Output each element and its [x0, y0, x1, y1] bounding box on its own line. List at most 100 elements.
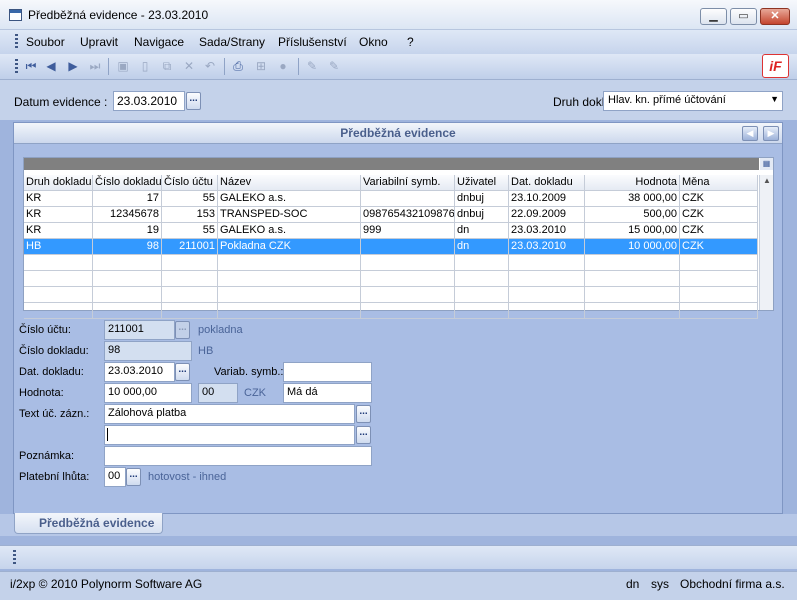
table-cell: CZK	[680, 191, 758, 207]
table-cell: 98	[93, 239, 162, 255]
table-cell: 211001	[162, 239, 218, 255]
circle-icon[interactable]: ●	[275, 58, 291, 74]
column-header[interactable]: Druh dokladu	[24, 175, 93, 191]
column-header[interactable]: Měna	[680, 175, 758, 191]
platebni-lhuta-input[interactable]: 00	[104, 467, 126, 487]
table-row[interactable]: HB 98 211001 Pokladna CZK dn 23.03.2010 10 000…	[24, 239, 758, 255]
table-row[interactable]: KR 19 55 GALEKO a.s. 999 dn 23.03.2010 15 000,0…	[24, 223, 758, 239]
menu-prislusenstvi[interactable]: Příslušenství	[278, 35, 347, 49]
table-cell	[361, 239, 455, 255]
column-header[interactable]: Dat. dokladu	[509, 175, 585, 191]
datum-evidence-picker-button[interactable]: ...	[186, 92, 201, 110]
kurz-input[interactable]: 00	[198, 383, 238, 403]
text-uc-zazn-label: Text úč. zázn.:	[19, 408, 90, 420]
cislo-dokladu-input[interactable]: 98	[104, 341, 192, 361]
table-cell	[93, 287, 162, 303]
scroll-up-icon[interactable]: ▲	[763, 176, 771, 185]
column-header[interactable]: Hodnota	[585, 175, 680, 191]
new-document-icon[interactable]: ▯	[137, 58, 153, 74]
prev-record-icon[interactable]: ◀	[43, 58, 59, 74]
column-chooser-icon[interactable]: ▦	[760, 158, 773, 170]
table-cell	[509, 255, 585, 271]
menu-help[interactable]: ?	[407, 35, 414, 49]
vertical-scrollbar[interactable]: ▲	[759, 175, 773, 310]
menu-soubor[interactable]: Soubor	[26, 35, 65, 49]
edit-icon[interactable]: ✎	[304, 58, 320, 74]
empty-table-row[interactable]	[24, 255, 758, 271]
table-cell: HB	[24, 239, 93, 255]
platebni-lhuta-picker-button[interactable]: ...	[126, 468, 141, 486]
panel-next-icon[interactable]: ▶	[763, 126, 779, 141]
table-cell	[585, 271, 680, 287]
save-icon[interactable]: ▣	[115, 58, 131, 74]
empty-table-row[interactable]	[24, 271, 758, 287]
menu-navigace[interactable]: Navigace	[134, 35, 184, 49]
cislo-uctu-picker-button[interactable]: ...	[175, 321, 190, 339]
hodnota-input[interactable]: 10 000,00	[104, 383, 192, 403]
delete-icon[interactable]: ✕	[181, 58, 197, 74]
dat-dokladu-picker-button[interactable]: ...	[175, 363, 190, 381]
variab-symb-input[interactable]	[283, 362, 372, 382]
app-icon	[9, 9, 22, 21]
next-record-icon[interactable]: ▶	[65, 58, 81, 74]
column-header[interactable]: Název	[218, 175, 361, 191]
text-uc-zazn-input[interactable]: Zálohová platba	[104, 404, 355, 424]
panel-prev-icon[interactable]: ◀	[742, 126, 758, 141]
first-record-icon[interactable]: ⏮	[23, 58, 39, 74]
platebni-lhuta-description: hotovost - ihned	[148, 471, 227, 483]
datum-evidence-input[interactable]: 23.03.2010	[113, 91, 185, 111]
edit-alt-icon[interactable]: ✎	[326, 58, 342, 74]
table-cell	[509, 271, 585, 287]
status-user: dn	[626, 577, 640, 591]
table-cell	[680, 255, 758, 271]
empty-table-row[interactable]	[24, 287, 758, 303]
text-uc-zazn-picker-button[interactable]: ...	[356, 405, 371, 423]
tree-icon[interactable]: ⊞	[253, 58, 269, 74]
dat-dokladu-input[interactable]: 23.03.2010	[104, 362, 175, 382]
menu-upravit[interactable]: Upravit	[80, 35, 118, 49]
table-cell	[361, 303, 455, 319]
copyright-text: i/2xp © 2010 Polynorm Software AG	[10, 577, 203, 591]
table-cell: 23.10.2009	[509, 191, 585, 207]
ma-da-input[interactable]: Má dá	[283, 383, 372, 403]
close-button[interactable]: ✕	[760, 8, 790, 25]
cislo-uctu-input[interactable]: 211001	[104, 320, 175, 340]
poznamka-input[interactable]	[104, 446, 372, 466]
table-row[interactable]: KR 17 55 GALEKO a.s. dnbuj 23.10.2009 38 000,0…	[24, 191, 758, 207]
print-icon[interactable]: ⎙	[230, 58, 246, 74]
menu-grip	[15, 34, 18, 49]
status-system: sys	[651, 577, 669, 591]
table-cell	[93, 303, 162, 319]
table-cell	[455, 287, 509, 303]
menu-sada-strany[interactable]: Sada/Strany	[199, 35, 265, 49]
column-header[interactable]: Uživatel	[455, 175, 509, 191]
table-cell	[218, 255, 361, 271]
undo-icon[interactable]: ↶	[202, 58, 218, 74]
table-cell	[218, 287, 361, 303]
empty-table-row[interactable]	[24, 303, 758, 319]
group-header-bar	[24, 158, 759, 170]
table-cell: Pokladna CZK	[218, 239, 361, 255]
text-uc-zazn-input-2[interactable]	[104, 425, 355, 445]
minimize-button[interactable]: ▁	[700, 8, 727, 25]
last-record-icon[interactable]: ⏭	[87, 58, 103, 74]
table-cell	[93, 271, 162, 287]
table-header-row: Druh dokladu Číslo dokladu Číslo účtu Název…	[24, 175, 758, 191]
table-cell	[455, 303, 509, 319]
druh-dokladu-select[interactable]: Hlav. kn. přímé účtování ▼	[603, 91, 783, 111]
toolbar-separator	[224, 58, 225, 75]
tab-predbezna-evidence[interactable]: Předběžná evidence	[14, 513, 163, 534]
column-header[interactable]: Číslo účtu	[162, 175, 218, 191]
table-cell	[162, 271, 218, 287]
table-cell: GALEKO a.s.	[218, 223, 361, 239]
table-cell	[361, 255, 455, 271]
copy-icon[interactable]: ⧉	[159, 58, 175, 74]
menu-okno[interactable]: Okno	[359, 35, 388, 49]
table-row[interactable]: KR 12345678 153 TRANSPED-SOC 098765432109876…	[24, 207, 758, 223]
maximize-button[interactable]: ▭	[730, 8, 757, 25]
column-header[interactable]: Číslo dokladu	[93, 175, 162, 191]
text-uc-zazn-2-picker-button[interactable]: ...	[356, 426, 371, 444]
table-cell: 098765432109876	[361, 207, 455, 223]
table-cell	[455, 271, 509, 287]
column-header[interactable]: Variabilní symb.	[361, 175, 455, 191]
